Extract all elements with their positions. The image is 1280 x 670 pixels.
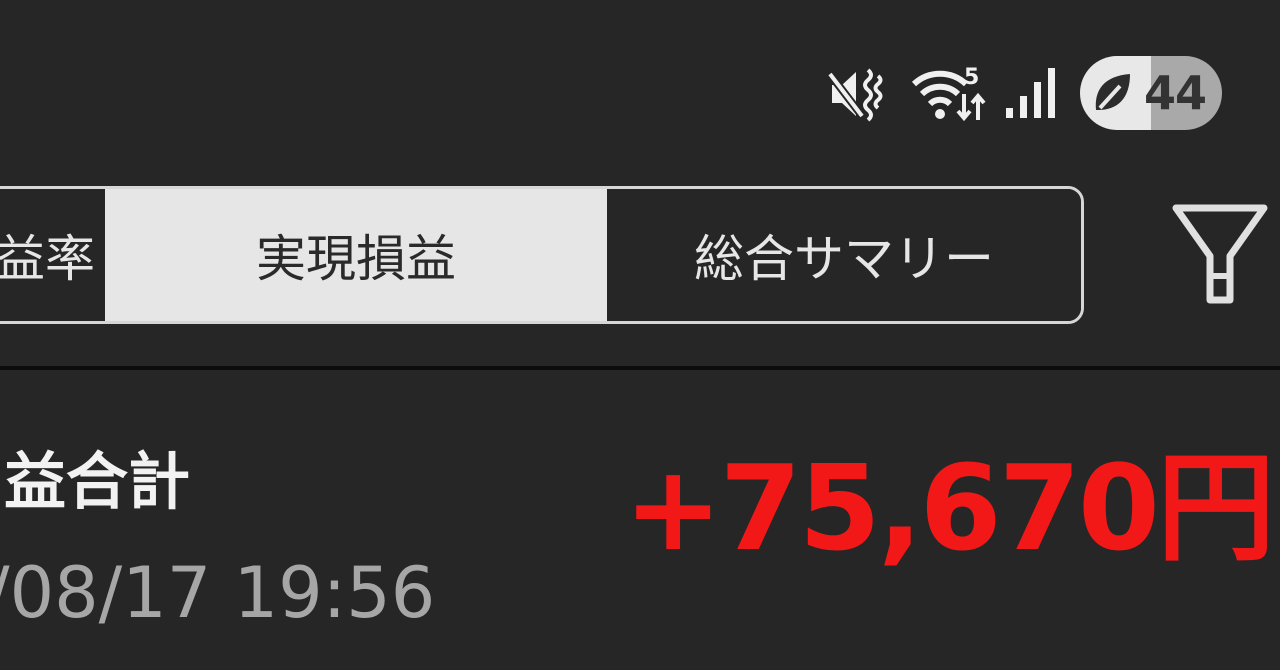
mute-vibrate-icon [828,68,883,122]
section-divider [0,366,1280,370]
tab-overall-summary[interactable]: 総合サマリー [607,189,1081,321]
filter-icon[interactable] [1168,200,1272,310]
battery-level: 44 [1143,66,1207,120]
tab-return-rate[interactable]: 益率 [0,189,105,321]
summary-datetime: /08/17 19:56 [0,552,436,634]
summary-amount: +75,670円 [623,439,1275,577]
wifi-generation-label: 5 [964,65,979,90]
signal-icon [1006,68,1055,118]
tab-realized-pnl[interactable]: 実現損益 [105,189,607,321]
screen: 5 44 益率 実現損益 総合サマリー 益合計 /08/17 19:56 +75… [0,0,1280,670]
battery-saver-leaf-icon [1095,74,1130,110]
wifi-icon: 5 [912,65,986,122]
summary-title: 益合計 [4,445,191,518]
status-bar: 5 44 [0,0,1280,150]
segmented-tabs: 益率 実現損益 総合サマリー [0,186,1084,324]
battery-indicator: 44 [1080,56,1222,130]
